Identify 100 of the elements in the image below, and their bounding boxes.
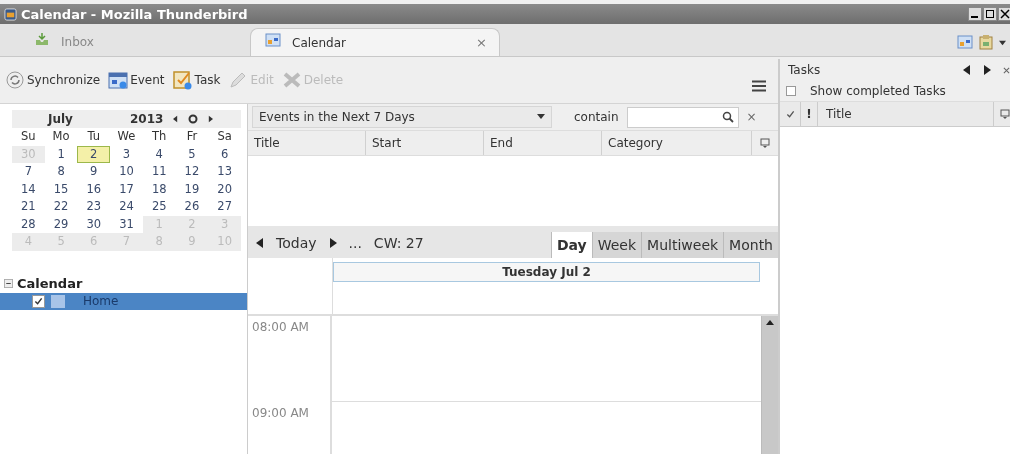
weekday-label: Mo [51,128,71,145]
weekday-label: We [116,128,137,145]
tab[interactable]: Calendar × [250,28,500,56]
previous-icon[interactable] [963,65,971,75]
weekday-label: Sa [216,128,233,145]
scroll-up-icon[interactable] [766,320,774,326]
next-icon[interactable] [983,65,991,75]
sync-icon [5,70,25,90]
calendar-day[interactable]: 27 [208,198,241,216]
calendar-day[interactable]: 7 [12,163,45,181]
checkbox[interactable] [32,294,45,308]
toolbar-button[interactable]: Synchronize [3,70,103,90]
checkbox-label[interactable]: Show completed Tasks [810,84,946,98]
view-tab[interactable]: Week [591,232,642,258]
calendar-day[interactable]: 5 [175,145,209,163]
filter-label: contain [574,110,619,124]
calendar-day[interactable]: 4 [142,145,176,163]
calendar-day[interactable]: 15 [44,180,78,198]
calendar-icon [108,70,129,90]
calendar-day[interactable]: 21 [12,198,45,216]
next-day-icon[interactable] [328,238,337,248]
inbox-tray-icon [34,31,50,47]
calendar-day[interactable]: 23 [77,198,111,216]
column-header[interactable]: End [484,131,602,155]
calendar-day[interactable]: 14 [12,180,45,198]
maximize-icon[interactable] [983,7,997,21]
delete-icon [281,70,302,90]
close-button[interactable]: × [746,110,757,124]
calendar-day[interactable]: 10 [110,163,143,181]
time-label: 09:00 AM [248,402,332,454]
calendar-day[interactable]: 9 [77,163,111,181]
weekday-label: Fr [185,128,199,145]
time-label: 08:00 AM [248,316,332,402]
year-label[interactable]: 2013 [130,112,164,126]
column-picker-icon[interactable] [1000,109,1010,119]
calendar-day[interactable]: 16 [77,180,111,198]
search-field[interactable] [626,106,739,128]
view-tab[interactable]: Multiweek [641,232,724,258]
menu-icon[interactable] [752,80,766,92]
calendar-day[interactable]: 1 [44,145,78,163]
column-header[interactable]: Category [602,131,752,155]
column-picker-icon[interactable] [760,138,770,148]
calendar-day[interactable]: 18 [142,180,176,198]
checkmark-icon [785,109,795,119]
collapse-icon[interactable] [4,279,13,288]
calendar-day[interactable]: 13 [208,163,241,181]
column-header[interactable]: Title [818,102,994,126]
pane-title: Tasks [788,63,822,77]
calendar-day[interactable]: 3 [110,145,143,163]
calendar-week-label: CW: 27 [373,235,424,251]
calendar-day[interactable]: 30 [77,215,111,233]
weekday-label: Th [151,128,168,145]
calendar-day[interactable]: 6 [208,145,241,163]
calendar-day[interactable]: 20 [208,180,241,198]
calendar-day[interactable]: 28 [12,215,45,233]
checklist-icon [172,70,193,90]
app-icon [4,7,17,21]
column-header[interactable]: Title [248,131,366,155]
calendar-day[interactable]: 26 [175,198,209,216]
caret-icon[interactable] [999,39,1006,46]
view-tab[interactable]: Day [550,232,592,258]
search-icon [721,111,734,123]
close-icon[interactable] [998,7,1010,21]
calendar-day[interactable]: 17 [110,180,143,198]
column-header[interactable]: ! [801,102,818,126]
minimize-icon[interactable] [968,7,982,21]
calendar-day[interactable]: 8 [44,163,78,181]
calendar-day[interactable]: 31 [110,215,143,233]
calendar-day[interactable]: 12 [175,163,209,181]
column-header[interactable]: Start [366,131,484,155]
weekday-label: Tu [86,128,102,145]
calendar-icon[interactable] [957,34,973,50]
checkbox[interactable] [786,86,796,96]
month-label[interactable]: July [48,112,124,126]
day-header: Tuesday Jul 2 [333,262,760,282]
calendar-icon [265,31,281,48]
previous-month-icon[interactable] [173,115,179,123]
next-month-icon[interactable] [208,115,214,123]
today-button[interactable]: Today [276,235,317,251]
calendar-day[interactable]: 25 [142,198,176,216]
previous-day-icon[interactable] [256,238,264,248]
today-circle-icon[interactable] [188,114,199,124]
calendar-day[interactable]: 24 [110,198,143,216]
scrollbar[interactable] [761,316,778,454]
window-title: Calendar - Mozilla Thunderbird [21,6,249,22]
weekday-label: Su [20,128,37,145]
clipboard-icon[interactable] [978,34,994,50]
tab-close-button[interactable]: × [476,35,487,50]
calendar-day[interactable]: 19 [175,180,209,198]
toolbar-button[interactable]: Event [106,70,167,90]
calendar-list-title: Calendar [17,276,83,291]
dropdown-arrow-icon [537,114,545,120]
calendar-day[interactable]: 22 [44,198,78,216]
toolbar-button[interactable]: Task [170,70,223,90]
calendar-day[interactable]: 11 [142,163,176,181]
calendar-day[interactable]: 29 [44,215,78,233]
view-tab[interactable]: Month [723,232,778,258]
range-dropdown[interactable]: Events in the Next 7 Days [252,106,552,128]
more-label: ... [348,235,362,251]
calendar-day[interactable]: 2 [77,145,111,163]
